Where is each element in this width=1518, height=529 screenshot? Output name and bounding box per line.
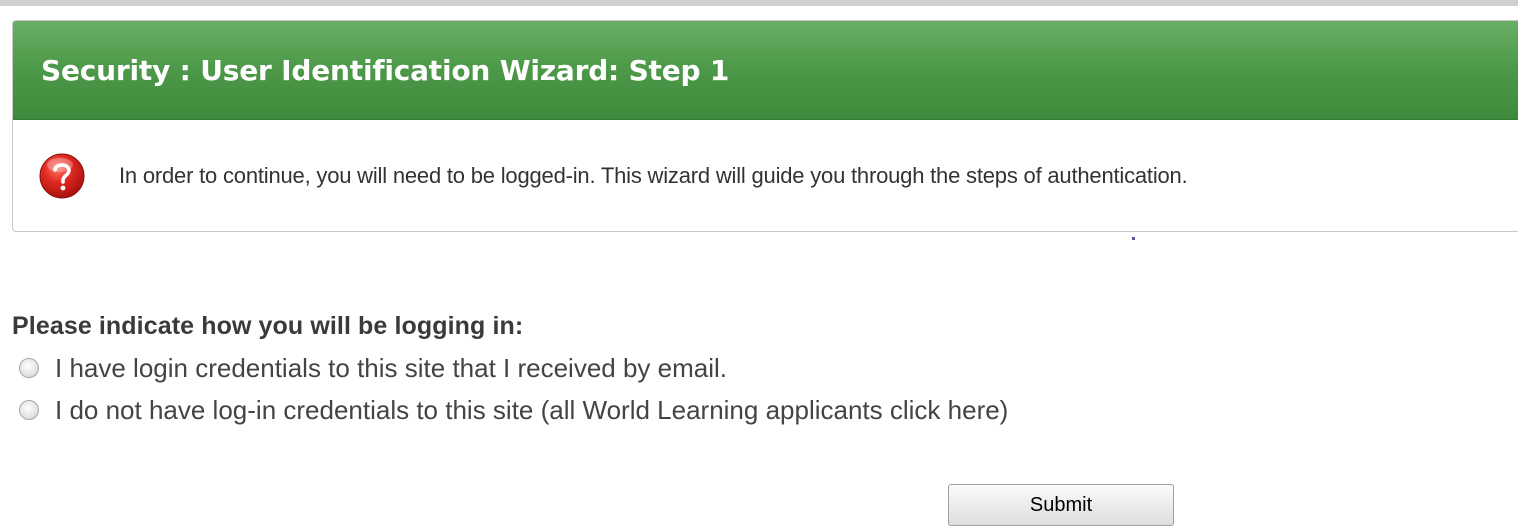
wizard-title: Security : User Identification Wizard: S… (41, 53, 730, 87)
login-method-question: Please indicate how you will be logging … (12, 312, 524, 340)
radio-has-credentials[interactable] (19, 358, 39, 378)
radio-no-credentials[interactable] (19, 400, 39, 420)
wizard-info-text: In order to continue, you will need to b… (119, 163, 1188, 188)
wizard-panel: Security : User Identification Wizard: S… (12, 20, 1518, 232)
login-option-no-credentials[interactable]: I do not have log-in credentials to this… (19, 389, 1008, 431)
stray-dot (1132, 237, 1135, 240)
option-label-no-credentials[interactable]: I do not have log-in credentials to this… (55, 395, 1008, 426)
question-mark-icon (39, 153, 85, 199)
login-option-has-credentials[interactable]: I have login credentials to this site th… (19, 347, 1008, 389)
login-method-section: Please indicate how you will be logging … (12, 312, 1008, 431)
submit-button[interactable]: Submit (948, 484, 1174, 526)
option-label-has-credentials[interactable]: I have login credentials to this site th… (55, 353, 727, 384)
wizard-info: In order to continue, you will need to b… (13, 120, 1518, 231)
top-border-strip (0, 0, 1518, 6)
wizard-header: Security : User Identification Wizard: S… (13, 21, 1518, 120)
